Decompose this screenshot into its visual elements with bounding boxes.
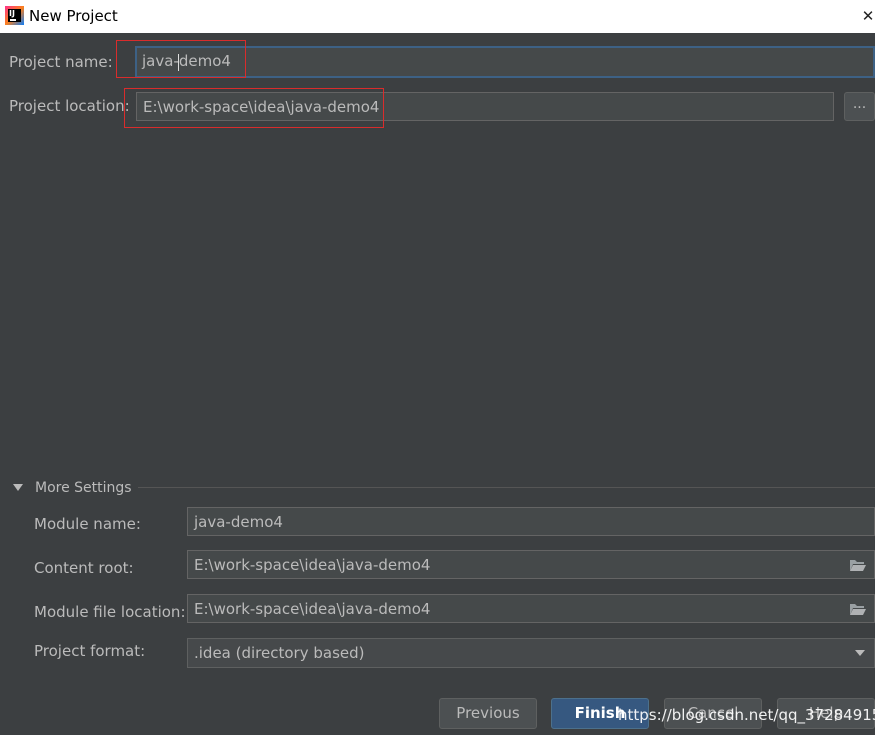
folder-icon[interactable] bbox=[849, 602, 867, 616]
content-root-input[interactable]: E:\work-space\idea\java-demo4 bbox=[187, 550, 875, 579]
project-location-input[interactable]: E:\work-space\idea\java-demo4 bbox=[136, 92, 834, 121]
chevron-down-icon[interactable] bbox=[855, 650, 865, 656]
module-name-value: java-demo4 bbox=[194, 513, 283, 531]
project-name-input[interactable]: java-demo4 bbox=[135, 46, 875, 78]
project-location-value: E:\work-space\idea\java-demo4 bbox=[143, 98, 380, 116]
project-name-value: java-demo4 bbox=[142, 52, 231, 70]
collapse-triangle-icon[interactable] bbox=[13, 484, 23, 491]
project-name-label: Project name: bbox=[9, 53, 113, 71]
module-file-location-value: E:\work-space\idea\java-demo4 bbox=[194, 600, 431, 618]
more-settings-title[interactable]: More Settings bbox=[35, 479, 132, 497]
intellij-idea-icon: IJ bbox=[5, 6, 24, 25]
project-location-label: Project location: bbox=[9, 97, 130, 115]
browse-location-button[interactable]: ... bbox=[844, 92, 875, 121]
module-name-label: Module name: bbox=[34, 515, 141, 533]
window-title: New Project bbox=[29, 7, 118, 25]
previous-button[interactable]: Previous bbox=[439, 698, 537, 729]
module-file-location-input[interactable]: E:\work-space\idea\java-demo4 bbox=[187, 594, 875, 623]
module-name-input[interactable]: java-demo4 bbox=[187, 507, 875, 536]
project-format-select[interactable]: .idea (directory based) bbox=[187, 638, 875, 668]
project-format-value: .idea (directory based) bbox=[194, 644, 365, 662]
content-root-label: Content root: bbox=[34, 559, 134, 577]
text-caret bbox=[178, 54, 179, 71]
folder-icon[interactable] bbox=[849, 558, 867, 572]
module-file-location-label: Module file location: bbox=[34, 603, 186, 621]
content-root-value: E:\work-space\idea\java-demo4 bbox=[194, 556, 431, 574]
section-separator bbox=[138, 487, 875, 488]
project-format-label: Project format: bbox=[34, 642, 146, 660]
watermark-text: https://blog.csdn.net/qq_37284915 bbox=[618, 706, 875, 724]
close-icon[interactable]: ✕ bbox=[861, 8, 875, 24]
title-bar: IJ New Project ✕ bbox=[0, 0, 875, 33]
